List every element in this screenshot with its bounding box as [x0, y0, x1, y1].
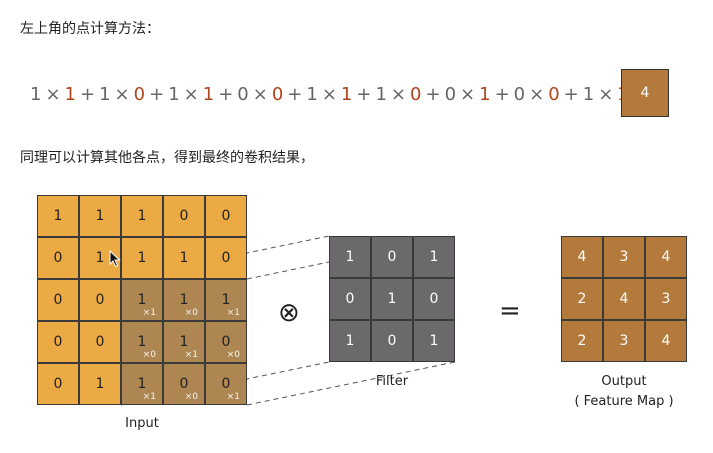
input-cell: 0 ×0 — [205, 321, 247, 363]
output-cell: 3 — [645, 278, 687, 320]
equals-operator: = — [499, 296, 521, 326]
filter-cell: 0 — [371, 320, 413, 362]
input-cell-value: 1 — [179, 334, 189, 350]
filter-cell: 1 — [329, 236, 371, 278]
output-cell: 2 — [561, 320, 603, 362]
input-cell: 1 ×1 — [205, 279, 247, 321]
output-cell: 4 — [603, 278, 645, 320]
output-cell: 3 — [603, 236, 645, 278]
filter-multiplier: ×1 — [184, 350, 198, 360]
output-cell: 4 — [561, 236, 603, 278]
input-cell-value: 1 — [137, 250, 147, 266]
input-cell: 1 — [37, 195, 79, 237]
filter-multiplier: ×1 — [142, 392, 156, 402]
output-cell: 4 — [645, 236, 687, 278]
convolution-operator: ⊗ — [278, 298, 300, 328]
proj-line-bottom-right — [246, 361, 456, 406]
input-cell-value: 0 — [221, 334, 231, 350]
input-cell-value: 1 — [53, 208, 63, 224]
input-cell: 0 — [37, 363, 79, 405]
filter-multiplier: ×0 — [142, 350, 156, 360]
output-cell: 2 — [561, 278, 603, 320]
input-cell: 0 — [205, 195, 247, 237]
input-cell: 1 ×1 — [121, 279, 163, 321]
input-cell: 0 — [205, 237, 247, 279]
input-cell: 0 — [79, 279, 121, 321]
input-cell-value: 1 — [137, 334, 147, 350]
filter-cell: 1 — [413, 320, 455, 362]
output-cell: 4 — [645, 320, 687, 362]
filter-multiplier: ×0 — [184, 392, 198, 402]
input-cell-value: 1 — [137, 292, 147, 308]
input-cell: 0 ×0 — [163, 363, 205, 405]
input-cell-value: 1 — [179, 292, 189, 308]
filter-cell: 0 — [329, 278, 371, 320]
input-cell: 0 — [37, 279, 79, 321]
filter-cell: 1 — [413, 236, 455, 278]
input-cell-value: 1 — [179, 250, 189, 266]
filter-cell: 0 — [371, 236, 413, 278]
input-cell-value: 1 — [137, 208, 147, 224]
filter-multiplier: ×1 — [226, 392, 240, 402]
filter-grid: 101010101 — [329, 236, 455, 362]
filter-cell: 1 — [329, 320, 371, 362]
input-cell: 1 ×0 — [121, 321, 163, 363]
input-cell-value: 0 — [53, 250, 63, 266]
filter-multiplier: ×1 — [142, 308, 156, 318]
input-cell-value: 1 — [221, 292, 231, 308]
mouse-cursor-icon — [109, 250, 121, 268]
input-cell-value: 0 — [95, 334, 105, 350]
input-cell: 1 — [121, 237, 163, 279]
input-cell-value: 0 — [179, 208, 189, 224]
input-cell: 0 ×1 — [205, 363, 247, 405]
filter-label: Filter — [375, 374, 409, 389]
filter-cell: 1 — [371, 278, 413, 320]
input-cell: 1 ×0 — [163, 279, 205, 321]
input-cell-value: 0 — [53, 376, 63, 392]
input-cell-value: 1 — [95, 208, 105, 224]
filter-multiplier: ×0 — [184, 308, 198, 318]
input-cell: 1 ×1 — [163, 321, 205, 363]
output-sublabel: ( Feature Map ) — [574, 394, 674, 409]
input-cell: 0 — [37, 237, 79, 279]
input-cell: 1 — [163, 237, 205, 279]
input-cell-value: 1 — [95, 250, 105, 266]
input-cell: 1 — [79, 195, 121, 237]
output-label: Output — [601, 374, 647, 389]
input-cell: 1 ×1 — [121, 363, 163, 405]
input-cell: 1 — [79, 363, 121, 405]
input-cell: 0 — [79, 321, 121, 363]
input-cell: 0 — [37, 321, 79, 363]
input-cell-value: 0 — [221, 250, 231, 266]
filter-multiplier: ×0 — [226, 350, 240, 360]
input-cell: 0 — [163, 195, 205, 237]
input-cell-value: 0 — [221, 376, 231, 392]
input-grid: 1 1 1 0 0 0 1 1 1 0 0 0 1 ×1 1 ×0 1 ×1 0 0 1 ×0 1 ×1 0 ×0 0 1 1 ×1 0 ×0… — [37, 195, 247, 405]
input-cell-value: 0 — [53, 292, 63, 308]
input-cell-value: 1 — [137, 376, 147, 392]
input-cell-value: 0 — [221, 208, 231, 224]
input-cell-value: 0 — [53, 334, 63, 350]
output-cell: 3 — [603, 320, 645, 362]
input-cell-value: 1 — [95, 376, 105, 392]
filter-multiplier: ×1 — [226, 308, 240, 318]
input-label: Input — [125, 416, 159, 431]
input-cell-value: 0 — [95, 292, 105, 308]
output-grid: 434243234 — [561, 236, 687, 362]
input-cell-value: 0 — [179, 376, 189, 392]
filter-cell: 0 — [413, 278, 455, 320]
input-cell: 1 — [121, 195, 163, 237]
